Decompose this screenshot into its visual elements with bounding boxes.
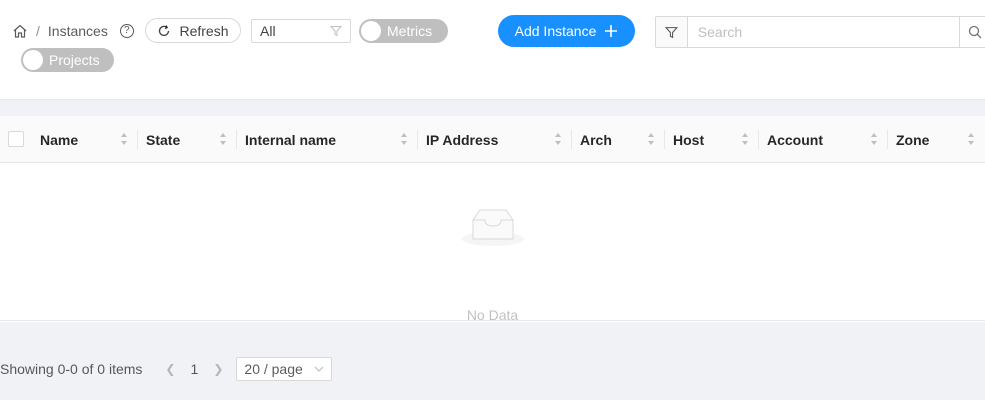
breadcrumb: / Instances ?	[12, 20, 134, 42]
column-header-host[interactable]: Host	[665, 116, 759, 163]
sort-icon	[555, 133, 561, 145]
filter-select-value: All	[260, 23, 276, 39]
search-group	[655, 16, 985, 48]
question-circle-icon[interactable]: ?	[119, 24, 134, 38]
breadcrumb-current: Instances	[47, 23, 108, 39]
sort-icon	[871, 133, 877, 145]
empty-text: No Data	[466, 307, 519, 323]
column-header-zone[interactable]: Zone	[888, 116, 985, 163]
instances-table: Name State Internal name IP Address Arch…	[0, 116, 985, 323]
inbox-empty-icon	[462, 209, 524, 246]
column-header-internal-name[interactable]: Internal name	[237, 116, 418, 163]
toggle-knob	[23, 50, 43, 70]
column-header-state[interactable]: State	[138, 116, 237, 163]
projects-toggle[interactable]: Projects	[21, 48, 114, 72]
chevron-right-icon[interactable]: ❯	[206, 362, 230, 376]
plus-icon	[605, 25, 618, 37]
search-filter-button[interactable]	[655, 16, 687, 48]
toggle-knob	[361, 21, 381, 41]
sort-icon	[401, 133, 407, 145]
reload-icon	[159, 24, 170, 36]
page-size-select[interactable]: 20 / page	[236, 357, 333, 381]
sort-icon	[968, 133, 974, 145]
filter-select[interactable]: All	[251, 19, 351, 43]
metrics-label: Metrics	[387, 23, 433, 39]
search-button[interactable]	[960, 16, 985, 48]
column-header-name[interactable]: Name	[32, 116, 138, 163]
sort-icon	[742, 133, 748, 145]
breadcrumb-separator: /	[36, 23, 40, 39]
add-instance-button[interactable]: Add Instance	[498, 15, 635, 47]
column-header-arch[interactable]: Arch	[572, 116, 665, 163]
empty-state: No Data	[0, 164, 985, 323]
page-header: / Instances ? Refresh All Metrics Add In…	[0, 0, 985, 100]
pagination: Showing 0-0 of 0 items ❮ 1 ❯ 20 / page	[0, 357, 333, 381]
add-instance-label: Add Instance	[514, 23, 597, 39]
column-header-account[interactable]: Account	[759, 116, 888, 163]
metrics-toggle[interactable]: Metrics	[359, 19, 448, 43]
column-header-ip-address[interactable]: IP Address	[418, 116, 572, 163]
chevron-down-icon	[314, 366, 324, 372]
filter-icon	[664, 26, 678, 38]
chevron-left-icon[interactable]: ❮	[158, 362, 182, 376]
sort-icon	[648, 133, 654, 145]
refresh-button[interactable]: Refresh	[145, 18, 241, 43]
sort-icon	[121, 133, 127, 145]
pagination-total: Showing 0-0 of 0 items	[0, 361, 143, 377]
page-number[interactable]: 1	[182, 361, 206, 377]
projects-label: Projects	[49, 52, 100, 68]
search-input[interactable]	[686, 16, 961, 48]
sort-icon	[220, 133, 226, 145]
filter-icon	[330, 26, 342, 37]
table-header: Name State Internal name IP Address Arch…	[0, 116, 985, 163]
refresh-label: Refresh	[179, 22, 229, 39]
home-icon[interactable]	[12, 23, 28, 39]
select-all-checkbox[interactable]	[8, 131, 24, 147]
search-icon	[968, 25, 982, 39]
